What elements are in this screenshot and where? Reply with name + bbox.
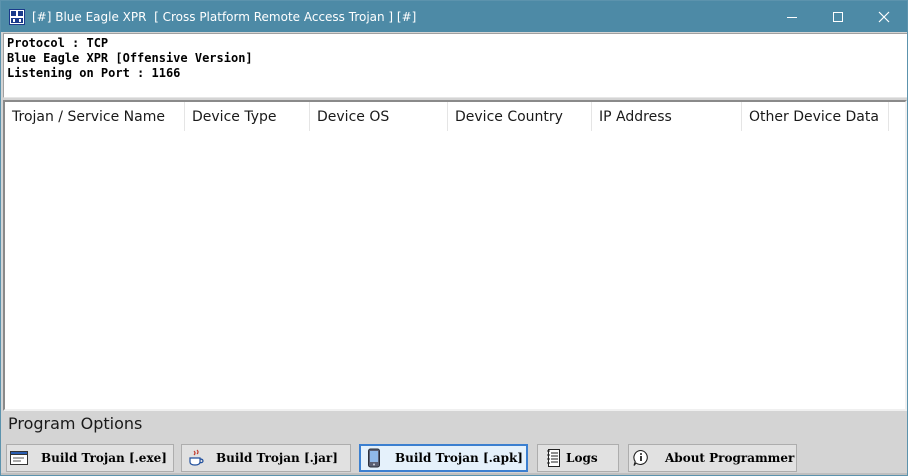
build-exe-button[interactable]: Build Trojan [.exe]	[6, 444, 174, 472]
server-status-box[interactable]: Protocol : TCP Blue Eagle XPR [Offensive…	[3, 33, 907, 98]
program-options-label: Program Options	[8, 414, 143, 433]
build-exe-label: Build Trojan [.exe]	[41, 451, 167, 465]
build-jar-button[interactable]: Build Trojan [.jar]	[181, 444, 351, 472]
window-title: [#] Blue Eagle XPR [ Cross Platform Remo…	[32, 9, 417, 24]
window-controls	[769, 1, 907, 32]
column-header-device-country[interactable]: Device Country	[448, 102, 592, 131]
column-header-ip-address[interactable]: IP Address	[592, 102, 742, 131]
main-window: [#] Blue Eagle XPR [ Cross Platform Remo…	[0, 0, 908, 476]
minimize-icon	[787, 16, 797, 18]
app-icon	[9, 8, 25, 25]
logs-label: Logs	[566, 451, 598, 465]
info-icon	[631, 448, 651, 468]
column-header-other-device-data[interactable]: Other Device Data	[742, 102, 889, 131]
title-bar[interactable]: [#] Blue Eagle XPR [ Cross Platform Remo…	[1, 1, 907, 32]
build-jar-label: Build Trojan [.jar]	[216, 451, 338, 465]
notepad-icon	[544, 448, 564, 468]
minimize-button[interactable]	[769, 1, 815, 32]
clients-list-view[interactable]: Trojan / Service Name Device Type Device…	[3, 100, 907, 411]
column-header-service-name[interactable]: Trojan / Service Name	[5, 102, 185, 131]
logs-button[interactable]: Logs	[537, 444, 619, 472]
window-icon	[9, 448, 29, 468]
version-line: Blue Eagle XPR [Offensive Version]	[7, 51, 253, 65]
phone-icon	[364, 448, 384, 468]
maximize-button[interactable]	[815, 1, 861, 32]
maximize-icon	[833, 11, 843, 22]
close-icon	[878, 11, 890, 22]
build-apk-label: Build Trojan [.apk]	[395, 451, 523, 465]
build-apk-button[interactable]: Build Trojan [.apk]	[359, 444, 528, 472]
about-programmer-button[interactable]: About Programmer	[628, 444, 797, 472]
column-header-device-os[interactable]: Device OS	[310, 102, 448, 131]
bottom-divider	[1, 473, 907, 475]
listening-port-line: Listening on Port : 1166	[7, 66, 181, 80]
protocol-line: Protocol : TCP	[7, 36, 109, 50]
list-header: Trojan / Service Name Device Type Device…	[5, 102, 889, 131]
close-button[interactable]	[861, 1, 907, 32]
column-header-device-type[interactable]: Device Type	[185, 102, 310, 131]
about-programmer-label: About Programmer	[665, 451, 795, 465]
java-cup-icon	[186, 448, 206, 468]
